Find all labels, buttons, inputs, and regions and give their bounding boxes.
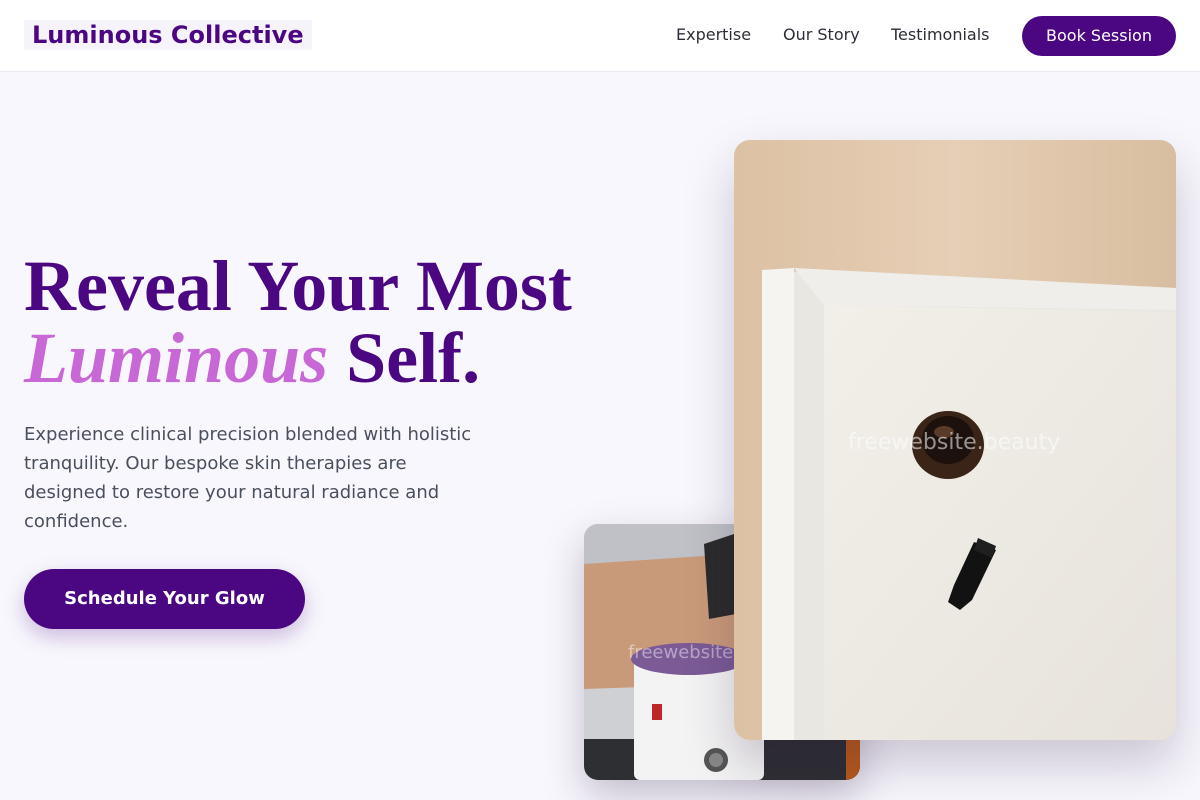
image-watermark: freewebsite.beauty (848, 430, 1061, 455)
brand-logo[interactable]: Luminous Collective (24, 20, 312, 50)
headline-line-2-end: Self. (328, 318, 481, 398)
headline-line-1: Reveal Your Most (24, 246, 572, 326)
hero-headline: Reveal Your Most Luminous Self. (24, 250, 572, 394)
nav-link-our-story[interactable]: Our Story (783, 25, 860, 45)
hero-description: Experience clinical precision blended wi… (24, 424, 472, 532)
site-header: Luminous Collective Expertise Our Story … (0, 0, 1200, 72)
nav-link-testimonials[interactable]: Testimonials (891, 25, 990, 45)
schedule-glow-button[interactable]: Schedule Your Glow (24, 569, 305, 629)
nav-link-expertise[interactable]: Expertise (676, 25, 751, 45)
hero-image-primary: freewebsite.beauty (734, 140, 1176, 740)
book-session-button[interactable]: Book Session (1022, 16, 1176, 56)
headline-accent-word: Luminous (24, 318, 329, 398)
